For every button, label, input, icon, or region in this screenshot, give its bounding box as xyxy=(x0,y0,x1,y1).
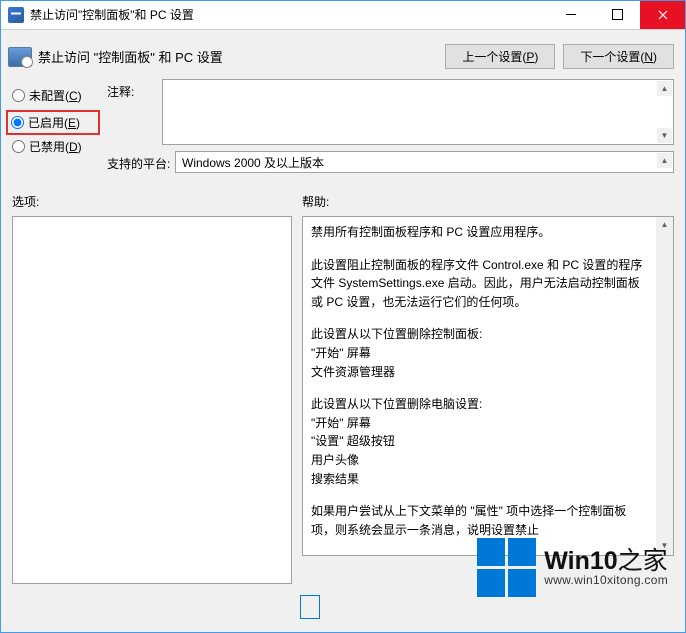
previous-setting-button[interactable]: 上一个设置(P) xyxy=(445,44,555,69)
radio-not-configured-label: 未配置(C) xyxy=(29,87,82,104)
footer-button-fragment[interactable] xyxy=(300,595,320,619)
radio-not-configured-input[interactable] xyxy=(12,89,25,102)
scroll-up-icon[interactable]: ▲ xyxy=(657,218,672,233)
options-panel xyxy=(12,216,292,584)
help-text: 用户头像 xyxy=(311,451,647,470)
help-label: 帮助: xyxy=(302,193,674,210)
scroll-up-icon[interactable]: ▲ xyxy=(657,153,672,168)
platform-value: Windows 2000 及以上版本 xyxy=(182,156,324,170)
policy-title: 禁止访问 "控制面板" 和 PC 设置 xyxy=(38,47,223,66)
radio-disabled-label: 已禁用(D) xyxy=(29,138,82,155)
help-text: 此设置从以下位置删除控制面板: xyxy=(311,325,647,344)
radio-enabled-label: 已启用(E) xyxy=(28,114,80,131)
policy-icon xyxy=(8,47,32,67)
radio-disabled[interactable]: 已禁用(D) xyxy=(12,138,97,155)
help-text: "开始" 屏幕 xyxy=(311,344,647,363)
help-text: 禁用所有控制面板程序和 PC 设置应用程序。 xyxy=(311,223,647,242)
help-text: 文件资源管理器 xyxy=(311,363,647,382)
supported-platform-field: Windows 2000 及以上版本 ▲ ▼ xyxy=(175,151,674,173)
help-text: "开始" 屏幕 xyxy=(311,414,647,433)
minimize-button[interactable] xyxy=(548,0,594,29)
maximize-button[interactable] xyxy=(594,0,640,29)
scroll-down-icon[interactable]: ▼ xyxy=(657,128,672,143)
help-text: 此设置从以下位置删除电脑设置: xyxy=(311,395,647,414)
radio-not-configured[interactable]: 未配置(C) xyxy=(12,87,97,104)
watermark: Win10之家 www.win10xitong.com xyxy=(477,538,668,597)
options-label: 选项: xyxy=(12,193,292,210)
radio-disabled-input[interactable] xyxy=(12,140,25,153)
help-text: "设置" 超级按钮 xyxy=(311,432,647,451)
help-text: 此设置阻止控制面板的程序文件 Control.exe 和 PC 设置的程序文件 … xyxy=(311,256,647,312)
window-title: 禁止访问"控制面板"和 PC 设置 xyxy=(30,6,194,23)
window-controls xyxy=(548,0,686,29)
windows-logo-icon xyxy=(477,538,536,597)
state-radio-group: 未配置(C) 已启用(E) 已禁用(D) xyxy=(12,79,97,179)
close-button[interactable] xyxy=(640,0,686,29)
titlebar: 禁止访问"控制面板"和 PC 设置 xyxy=(0,0,686,30)
comment-label: 注释: xyxy=(107,79,162,100)
help-text: 搜索结果 xyxy=(311,470,647,489)
radio-enabled-input[interactable] xyxy=(11,116,24,129)
watermark-brand: Win10之家 xyxy=(544,548,668,574)
comment-textarea[interactable]: ▲ ▼ xyxy=(162,79,674,145)
radio-enabled[interactable]: 已启用(E) xyxy=(9,113,97,132)
watermark-url: www.win10xitong.com xyxy=(544,574,668,587)
help-content: 禁用所有控制面板程序和 PC 设置应用程序。 此设置阻止控制面板的程序文件 Co… xyxy=(311,223,665,539)
app-icon xyxy=(8,7,24,23)
help-scrollbar[interactable]: ▲ ▼ xyxy=(656,217,673,555)
help-panel: ▲ ▼ 禁用所有控制面板程序和 PC 设置应用程序。 此设置阻止控制面板的程序文… xyxy=(302,216,674,556)
policy-header: 禁止访问 "控制面板" 和 PC 设置 上一个设置(P) 下一个设置(N) xyxy=(0,30,686,79)
platform-label: 支持的平台: xyxy=(107,151,175,172)
next-setting-button[interactable]: 下一个设置(N) xyxy=(563,44,674,69)
help-text: 如果用户尝试从上下文菜单的 "属性" 项中选择一个控制面板项，则系统会显示一条消… xyxy=(311,502,647,539)
scroll-up-icon[interactable]: ▲ xyxy=(657,81,672,96)
